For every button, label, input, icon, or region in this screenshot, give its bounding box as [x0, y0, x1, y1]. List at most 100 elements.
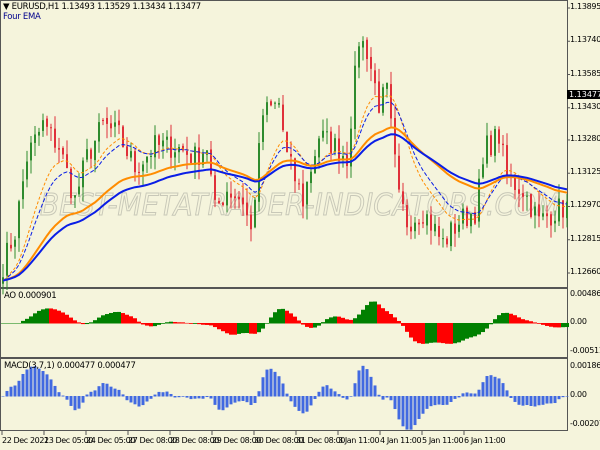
macd-bar — [229, 396, 233, 405]
candle-body — [278, 103, 280, 105]
candle-body — [422, 222, 424, 224]
ao-bar — [313, 323, 317, 328]
candle-body — [206, 150, 208, 155]
candle-body — [234, 196, 236, 199]
macd-bar — [297, 396, 301, 411]
macd-bar — [497, 378, 501, 397]
ao-bar — [285, 310, 289, 324]
price-axis-label: 1.12660 — [570, 267, 600, 276]
candle-body — [438, 226, 440, 237]
main-pane-frame — [0, 0, 568, 288]
ao-bar — [65, 314, 69, 324]
macd-bar — [157, 391, 161, 397]
macd-bar — [337, 394, 341, 397]
ao-bar — [49, 308, 53, 324]
macd-bar — [477, 389, 481, 397]
ao-bar — [533, 322, 537, 324]
candle-body — [478, 178, 480, 222]
ao-bar — [105, 314, 109, 324]
macd-bar — [285, 393, 289, 397]
macd-bar — [169, 393, 173, 397]
candle-body — [410, 226, 412, 232]
candle-body — [378, 81, 380, 113]
ao-bar — [521, 319, 525, 324]
candle-body — [338, 138, 340, 161]
ao-bar — [557, 323, 561, 328]
ao-bar — [549, 323, 553, 327]
ao-bar — [269, 317, 273, 324]
ao-bar — [297, 320, 301, 324]
macd-bar — [317, 391, 321, 397]
ao-bar — [337, 316, 341, 324]
macd-bar — [201, 396, 205, 399]
macd-bar — [273, 371, 277, 397]
ao-bar — [109, 312, 113, 324]
macd-axis-label: 0.00 — [570, 390, 587, 399]
candle-body — [382, 87, 384, 113]
candle-body — [94, 140, 96, 161]
ao-bar — [133, 318, 137, 324]
ao-bar — [413, 323, 417, 342]
macd-bar — [525, 396, 529, 406]
macd-bar — [289, 396, 293, 402]
macd-bar — [461, 393, 465, 397]
ao-bar — [197, 323, 201, 325]
candle-body — [30, 142, 32, 161]
candle-body — [466, 207, 468, 226]
price-axis-label: 1.13585 — [570, 68, 600, 78]
candle-body — [254, 199, 256, 228]
macd-bar — [57, 392, 61, 397]
macd-bar — [553, 396, 557, 404]
ao-bar — [21, 320, 25, 324]
candle-body — [246, 202, 248, 216]
ao-bar — [469, 323, 473, 338]
candle-body — [138, 171, 140, 173]
macd-bar — [241, 396, 245, 401]
candle-body — [162, 140, 164, 147]
macd-bar — [245, 396, 249, 403]
macd-bar — [457, 396, 461, 398]
candle-body — [502, 143, 504, 146]
macd-bar — [209, 396, 213, 399]
candle-body — [10, 244, 12, 249]
ao-bar — [561, 323, 565, 328]
macd-bar — [365, 369, 369, 397]
ao-bar — [417, 323, 421, 344]
ao-bar — [125, 314, 129, 324]
ao-bar — [281, 308, 285, 324]
time-axis-label: 5 Jan 11:00 — [422, 436, 464, 445]
ao-bar — [393, 317, 397, 324]
macd-bar — [5, 390, 9, 397]
candle-body — [354, 65, 356, 130]
ao-bar — [333, 316, 337, 324]
macd-bar — [409, 396, 413, 430]
candle-body — [386, 82, 388, 89]
ao-title: AO 0.000901 — [4, 291, 57, 301]
macd-bar — [165, 391, 169, 397]
ao-bar — [473, 323, 477, 337]
ao-bar — [253, 323, 257, 334]
macd-bar — [45, 374, 49, 397]
macd-bar — [357, 370, 361, 397]
candle-body — [222, 202, 224, 206]
macd-bar — [121, 394, 125, 397]
macd-bar — [129, 396, 133, 403]
candle-body — [146, 156, 148, 163]
ao-bar — [453, 323, 457, 344]
macd-bar — [261, 377, 265, 397]
macd-bar — [401, 396, 405, 427]
ao-bar — [173, 321, 177, 324]
macd-bar — [25, 369, 29, 397]
macd-bar — [517, 396, 521, 405]
chart-canvas[interactable]: BEST-METATRADER-INDICATORS.COM — [0, 0, 600, 450]
macd-bar — [381, 396, 385, 400]
price-axis-label: 1.13740 — [570, 35, 600, 45]
macd-bar — [117, 389, 121, 397]
ao-bar — [85, 323, 89, 325]
ao-bar — [233, 323, 237, 335]
candle-body — [390, 84, 392, 119]
candle-body — [82, 160, 84, 188]
ao-bar — [345, 319, 349, 324]
ao-bar — [465, 323, 469, 339]
candle-body — [454, 223, 456, 234]
